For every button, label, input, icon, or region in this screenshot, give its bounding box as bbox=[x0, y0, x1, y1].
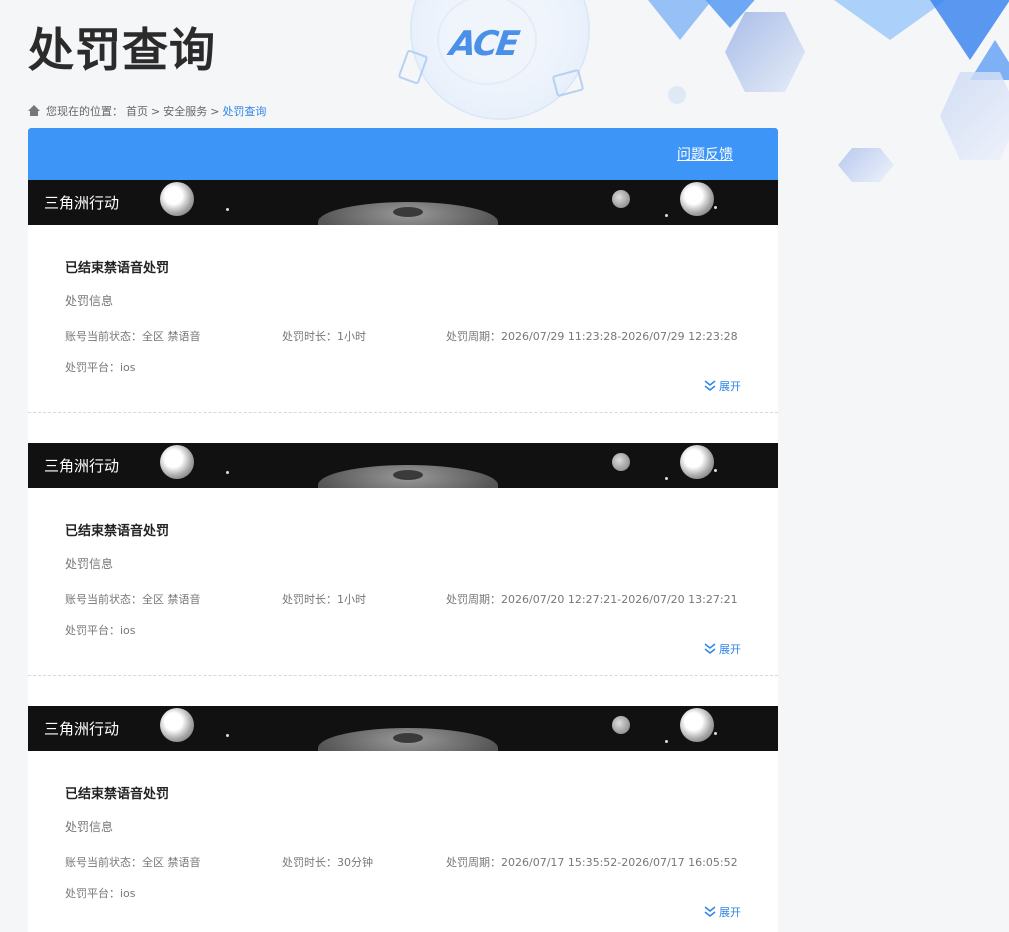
chevron-double-down-icon bbox=[704, 643, 716, 654]
astronaut-icon bbox=[160, 182, 194, 216]
penalty-platform: 处罚平台：ios bbox=[65, 361, 136, 374]
astronaut-icon bbox=[160, 708, 194, 742]
planet-icon bbox=[612, 716, 630, 734]
star-icon bbox=[665, 740, 668, 743]
record-subtitle: 处罚信息 bbox=[65, 820, 114, 834]
ace-logo: ACE bbox=[447, 24, 521, 64]
penalty-record: 三角洲行动 已结束禁语音处罚 处罚信息 账号当前状态：全区 禁语音 处罚时长：3… bbox=[28, 706, 778, 932]
decor-triangle bbox=[820, 0, 960, 40]
record-title: 已结束禁语音处罚 bbox=[65, 524, 170, 539]
record-title: 已结束禁语音处罚 bbox=[65, 787, 170, 802]
expand-label: 展开 bbox=[719, 906, 741, 919]
account-status: 账号当前状态：全区 禁语音 bbox=[65, 330, 201, 343]
breadcrumb: 您现在的位置： 首页 > 安全服务 > 处罚查询 bbox=[28, 103, 266, 119]
decor-triangle bbox=[640, 0, 720, 40]
decor-triangle bbox=[930, 0, 1009, 60]
game-banner: 三角洲行动 bbox=[28, 180, 778, 225]
expand-button[interactable]: 展开 bbox=[704, 378, 741, 394]
breadcrumb-current: 处罚查询 bbox=[222, 105, 267, 118]
decor-ring bbox=[410, 0, 590, 120]
record-subtitle: 处罚信息 bbox=[65, 557, 114, 571]
game-name: 三角洲行动 bbox=[44, 457, 120, 475]
penalty-period: 处罚周期：2026/07/20 12:27:21-2026/07/20 13:2… bbox=[446, 593, 738, 606]
record-details: 已结束禁语音处罚 处罚信息 账号当前状态：全区 禁语音 处罚时长：1小时 处罚周… bbox=[28, 488, 778, 676]
decor-card-icon bbox=[397, 49, 429, 85]
expand-label: 展开 bbox=[719, 380, 741, 393]
astronaut-icon bbox=[160, 445, 194, 479]
home-icon bbox=[28, 105, 40, 117]
planet-icon bbox=[612, 190, 630, 208]
banner-planet-art bbox=[393, 207, 423, 217]
penalty-duration: 处罚时长：1小时 bbox=[282, 593, 366, 606]
star-icon bbox=[665, 477, 668, 480]
account-status: 账号当前状态：全区 禁语音 bbox=[65, 593, 201, 606]
penalty-period: 处罚周期：2026/07/17 15:35:52-2026/07/17 16:0… bbox=[446, 856, 738, 869]
feedback-link[interactable]: 问题反馈 bbox=[677, 144, 733, 164]
penalty-duration: 处罚时长：1小时 bbox=[282, 330, 366, 343]
game-banner: 三角洲行动 bbox=[28, 443, 778, 488]
penalty-platform: 处罚平台：ios bbox=[65, 624, 136, 637]
penalty-panel: 问题反馈 三角洲行动 已结束禁语音处罚 处罚信息 账号当前状态：全区 禁语音 处… bbox=[28, 128, 778, 932]
decor-dot bbox=[668, 86, 686, 104]
penalty-record: 三角洲行动 已结束禁语音处罚 处罚信息 账号当前状态：全区 禁语音 处罚时长：1… bbox=[28, 180, 778, 413]
record-subtitle: 处罚信息 bbox=[65, 294, 114, 308]
expand-button[interactable]: 展开 bbox=[704, 641, 741, 657]
star-icon bbox=[226, 471, 229, 474]
breadcrumb-separator: > bbox=[151, 104, 161, 118]
star-icon bbox=[714, 469, 717, 472]
expand-button[interactable]: 展开 bbox=[704, 904, 741, 920]
penalty-platform: 处罚平台：ios bbox=[65, 887, 136, 900]
decor-hexagon-character bbox=[725, 12, 805, 92]
breadcrumb-home-link[interactable]: 首页 bbox=[126, 103, 148, 119]
star-icon bbox=[226, 734, 229, 737]
record-details: 已结束禁语音处罚 处罚信息 账号当前状态：全区 禁语音 处罚时长：1小时 处罚周… bbox=[28, 225, 778, 413]
panel-header: 问题反馈 bbox=[28, 128, 778, 180]
star-icon bbox=[226, 208, 229, 211]
breadcrumb-separator: > bbox=[210, 104, 220, 118]
decor-ring bbox=[437, 0, 537, 85]
decor-triangle bbox=[970, 40, 1009, 80]
planet-icon bbox=[612, 453, 630, 471]
page-title: 处罚查询 bbox=[28, 23, 216, 77]
astronaut-icon bbox=[680, 708, 714, 742]
banner-planet-art bbox=[393, 733, 423, 743]
decor-game-icon bbox=[551, 68, 585, 98]
game-name: 三角洲行动 bbox=[44, 720, 120, 738]
penalty-period: 处罚周期：2026/07/29 11:23:28-2026/07/29 12:2… bbox=[446, 330, 738, 343]
banner-planet-art bbox=[393, 470, 423, 480]
decor-triangle bbox=[700, 0, 760, 28]
star-icon bbox=[665, 214, 668, 217]
astronaut-icon bbox=[680, 445, 714, 479]
record-details: 已结束禁语音处罚 处罚信息 账号当前状态：全区 禁语音 处罚时长：30分钟 处罚… bbox=[28, 751, 778, 932]
record-title: 已结束禁语音处罚 bbox=[65, 261, 170, 276]
penalty-record: 三角洲行动 已结束禁语音处罚 处罚信息 账号当前状态：全区 禁语音 处罚时长：1… bbox=[28, 443, 778, 676]
breadcrumb-prefix: 您现在的位置： bbox=[46, 105, 123, 118]
star-icon bbox=[714, 732, 717, 735]
penalty-duration: 处罚时长：30分钟 bbox=[282, 856, 373, 869]
decor-hexagon-character bbox=[838, 148, 894, 182]
breadcrumb-section-link[interactable]: 安全服务 bbox=[163, 103, 207, 119]
expand-label: 展开 bbox=[719, 643, 741, 656]
decor-hexagon-character bbox=[940, 72, 1009, 160]
astronaut-icon bbox=[680, 182, 714, 216]
game-banner: 三角洲行动 bbox=[28, 706, 778, 751]
game-name: 三角洲行动 bbox=[44, 194, 120, 212]
chevron-double-down-icon bbox=[704, 380, 716, 391]
account-status: 账号当前状态：全区 禁语音 bbox=[65, 856, 201, 869]
star-icon bbox=[714, 206, 717, 209]
chevron-double-down-icon bbox=[704, 906, 716, 917]
